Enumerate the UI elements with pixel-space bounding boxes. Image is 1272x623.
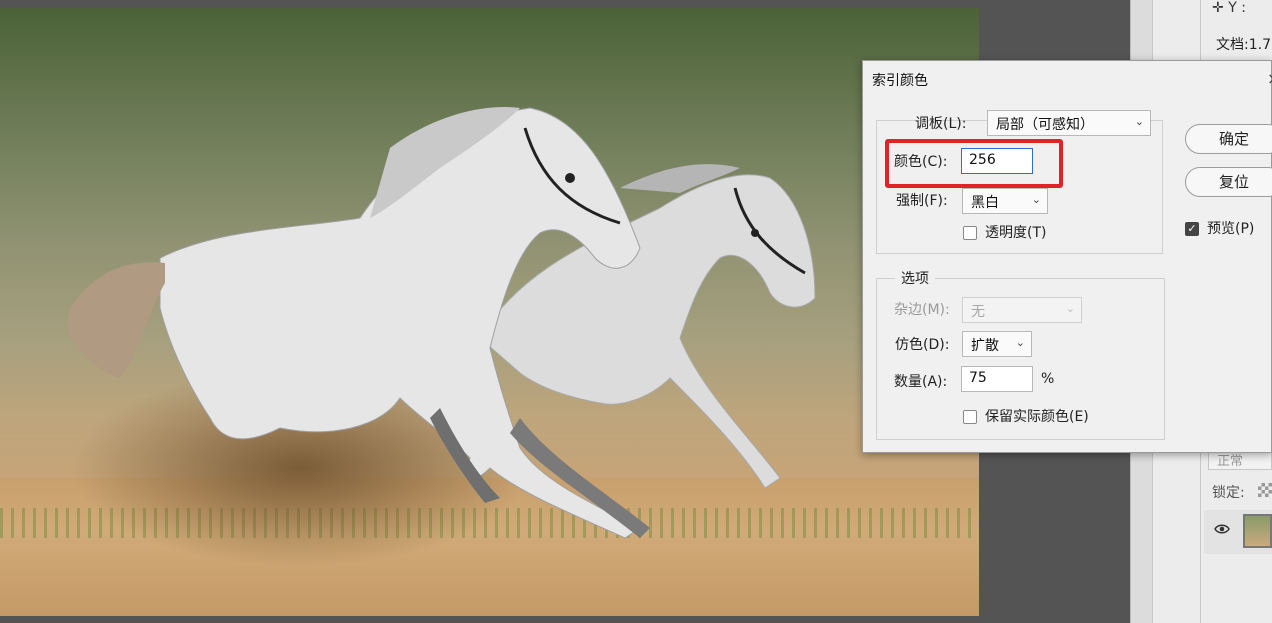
dither-select[interactable]: 扩散 ⌄ — [962, 331, 1032, 357]
amount-label: 数量(A): — [894, 374, 948, 390]
ok-button[interactable]: 确定 — [1185, 124, 1272, 154]
amount-input[interactable]: 75 — [961, 366, 1033, 392]
reset-button[interactable]: 复位 — [1185, 167, 1272, 197]
preserve-colors-checkbox[interactable] — [963, 410, 977, 424]
forced-select[interactable]: 黑白 ⌄ — [962, 188, 1048, 214]
move-cross-icon: ✛ — [1212, 0, 1224, 16]
matte-select-value: 无 — [971, 304, 985, 320]
horses-illustration — [68, 107, 816, 539]
chevron-down-icon: ⌄ — [1015, 336, 1025, 349]
palette-select-value: 局部（可感知） — [996, 117, 1094, 133]
forced-select-value: 黑白 — [971, 195, 999, 211]
matte-select: 无 ⌄ — [962, 297, 1082, 323]
preserve-colors-label: 保留实际颜色(E) — [985, 409, 1089, 425]
document-info: 文档:1.7 — [1216, 37, 1271, 53]
chevron-down-icon: ⌄ — [1031, 193, 1041, 206]
transparency-checkbox[interactable] — [963, 226, 977, 240]
preview-label: 预览(P) — [1207, 221, 1255, 237]
indexed-color-dialog: 索引颜色 × 调板(L): 局部（可感知） ⌄ 颜色(C): 256 强制(F)… — [862, 60, 1272, 453]
colors-highlight-box — [885, 139, 1063, 188]
options-group-title: 选项 — [895, 268, 935, 288]
document-image-horses[interactable] — [0, 8, 979, 616]
amount-unit: % — [1041, 371, 1055, 387]
matte-label: 杂边(M): — [894, 302, 950, 318]
preview-checkbox[interactable]: ✓ — [1185, 222, 1199, 236]
y-coordinate-label: ✛ Y : — [1212, 0, 1246, 16]
dither-label: 仿色(D): — [895, 337, 950, 353]
palette-select[interactable]: 局部（可感知） ⌄ — [987, 110, 1151, 136]
forced-label: 强制(F): — [896, 193, 948, 209]
close-icon[interactable]: × — [1267, 69, 1272, 88]
dialog-title: 索引颜色 — [872, 73, 928, 89]
chevron-down-icon: ⌄ — [1065, 302, 1075, 315]
dither-select-value: 扩散 — [971, 338, 999, 354]
chevron-down-icon: ⌄ — [1134, 115, 1144, 128]
lock-transparency-icon[interactable] — [1258, 483, 1272, 497]
eye-icon[interactable] — [1214, 523, 1230, 535]
transparency-label: 透明度(T) — [985, 225, 1047, 241]
layer-thumbnail[interactable] — [1243, 514, 1272, 548]
lock-label: 锁定: — [1212, 485, 1245, 501]
palette-label: 调板(L): — [915, 116, 967, 132]
